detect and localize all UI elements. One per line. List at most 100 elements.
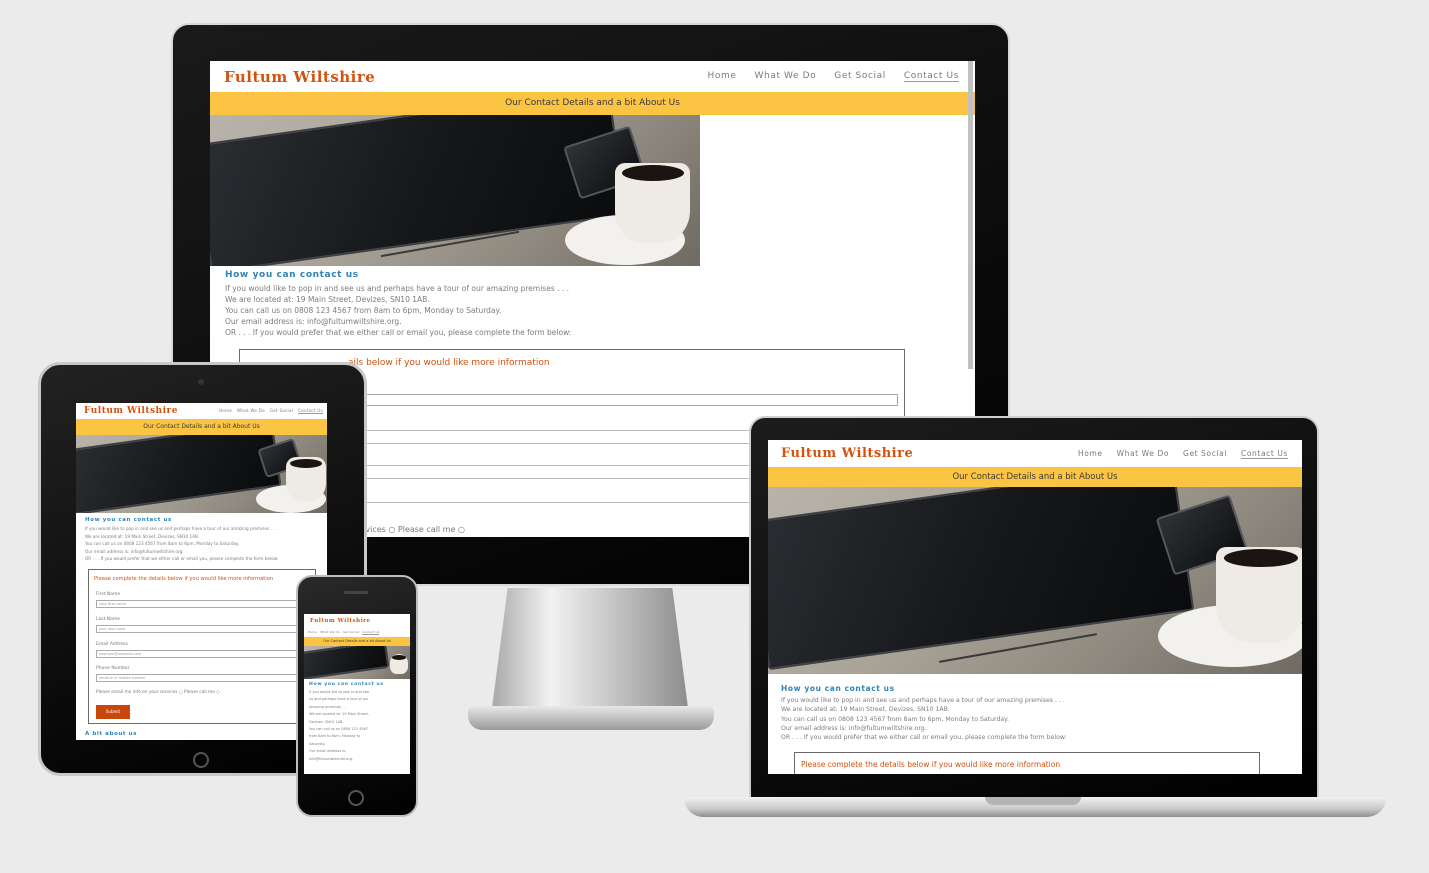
contact-line: We are located at: 19 Main Street, Deviz… [85,533,200,539]
contact-line: OR . . . If you would prefer that we eit… [225,328,572,337]
main-nav: Home What We Do Get Social Contact Us [304,627,410,637]
nav-get-social[interactable]: Get Social [343,630,359,634]
site-header: Fultum Wiltshire Home What We Do Get Soc… [210,61,975,92]
email-label: Email Address [96,642,128,647]
nav-contact-us[interactable]: Contact Us [298,408,323,414]
contact-line: OR . . . If you would prefer that we eit… [85,556,279,562]
contact-line: from 8am to 6pm, Monday to [309,734,361,739]
contact-text: If you would like to pop in and see us a… [309,689,410,763]
contact-line: We are located at: 19 Main Street, Deviz… [225,295,430,304]
contact-heading: How you can contact us [309,682,384,687]
phone-home-button [348,790,364,806]
phone-input[interactable]: landline or mobile number [96,674,308,682]
contact-line: If you would like to pop in and see us a… [781,697,1065,704]
nav-home[interactable]: Home [308,630,317,634]
nav-what-we-do[interactable]: What We Do [1117,449,1169,459]
nav-home[interactable]: Home [1078,449,1103,459]
contact-text: If you would like to pop in and see us a… [781,696,1302,742]
contact-line: If you would like to pop in and see us a… [225,284,570,293]
contact-line: You can call us on 0808 123 4567 from 8a… [85,541,240,547]
hero-image [304,646,410,679]
phone-screen: Fultum Wiltshire Home What We Do Get Soc… [304,614,410,774]
nav-get-social[interactable]: Get Social [270,408,293,414]
contact-line: You can call us on 0808 123 4567 from 8a… [781,715,1009,723]
monitor-stand-neck [492,588,688,708]
tablet-home-button [193,752,209,768]
nav-contact-us[interactable]: Contact Us [1241,449,1288,459]
page-banner: Our Contact Details and a bit About Us [76,419,327,435]
contact-heading: How you can contact us [85,517,172,523]
nav-home[interactable]: Home [219,408,232,414]
contact-preference[interactable]: Please email me info on your services ○ … [96,690,220,695]
contact-text: If you would like to pop in and see us a… [225,283,975,338]
hero-image [768,487,1302,674]
banner-text: Our Contact Details and a bit About Us [143,423,260,430]
nav-what-we-do[interactable]: What We Do [755,71,817,82]
form-title: ails below if you would like more inform… [348,358,550,368]
contact-line: us and perhaps have a tour of our [309,697,369,702]
page-banner: Our Contact Details and a bit About Us [768,467,1302,487]
nav-what-we-do[interactable]: What We Do [237,408,265,414]
submit-button[interactable]: Submit [96,705,130,719]
contact-form: Please complete the details below if you… [88,569,316,724]
phone-label: Phone Number [96,666,130,671]
page-banner: Our Contact Details and a bit About Us [304,637,410,646]
site-logo[interactable]: Fultum Wiltshire [781,446,913,461]
nav-home[interactable]: Home [708,71,737,82]
site-header: Fultum Wiltshire [304,614,410,627]
nav-get-social[interactable]: Get Social [1183,449,1227,459]
contact-heading: How you can contact us [781,684,895,693]
contact-line: Our email address is: info@fultumwiltshi… [225,317,402,326]
contact-line: You can call us on 0808 123 4567 [309,727,369,732]
site-header: Fultum Wiltshire Home What We Do Get Soc… [768,440,1302,467]
contact-line: Our email address is: info@fultumwiltshi… [85,548,184,554]
laptop-notch [985,797,1081,805]
contact-line: Our email address is: [309,749,347,754]
about-heading: A bit about us [85,731,138,737]
site-logo[interactable]: Fultum Wiltshire [84,406,178,416]
banner-text: Our Contact Details and a bit About Us [505,98,680,108]
main-nav: Home What We Do Get Social Contact Us [219,408,323,414]
phone-speaker [344,591,368,594]
contact-line: We are located at: 19 Main Street, [309,712,369,717]
site-logo[interactable]: Fultum Wiltshire [310,618,371,624]
nav-get-social[interactable]: Get Social [834,71,886,82]
site-logo[interactable]: Fultum Wiltshire [224,68,375,86]
tablet-screen: Fultum Wiltshire Home What We Do Get Soc… [76,403,327,740]
contact-line: Our email address is: info@fultumwiltshi… [781,724,927,732]
form-title: Please complete the details below if you… [801,760,1061,769]
form-title: Please complete the details below if you… [94,576,274,582]
first-name-input[interactable]: your first name [96,600,308,608]
hero-image [76,435,327,513]
contact-heading: How you can contact us [225,270,359,280]
contact-line: info@fultumwiltshire.org. [309,756,354,761]
contact-line: You can call us on 0808 123 4567 from 8a… [225,306,502,315]
contact-preference[interactable]: services ○ Please call me ○ [353,525,465,534]
last-name-label: Last Name [96,617,121,622]
nav-what-we-do[interactable]: What We Do [320,630,340,634]
contact-line: If you would like to pop in and see [309,690,370,694]
monitor-stand-base [468,706,714,730]
contact-line: OR . . . If you would prefer that we eit… [781,734,1067,742]
first-name-input[interactable] [348,394,898,406]
last-name-input[interactable]: your last name [96,625,308,633]
page-banner: Our Contact Details and a bit About Us [210,92,975,115]
hero-image [210,115,700,266]
main-nav: Home What We Do Get Social Contact Us [1078,449,1288,459]
scrollbar[interactable] [968,61,973,369]
contact-line: Saturday. [309,741,326,746]
site-header: Fultum Wiltshire Home What We Do Get Soc… [76,403,327,419]
nav-contact-us[interactable]: Contact Us [362,630,380,635]
banner-text: Our Contact Details and a bit About Us [323,639,391,643]
contact-text: If you would like to pop in and see us a… [85,525,327,563]
main-nav: Home What We Do Get Social Contact Us [708,71,959,82]
email-input[interactable]: example@example.com [96,650,308,658]
laptop-screen: Fultum Wiltshire Home What We Do Get Soc… [768,440,1302,774]
contact-line: If you would like to pop in and see us a… [85,526,278,531]
tablet-camera [198,379,204,385]
contact-line: amazing premises . . . [309,704,348,709]
banner-text: Our Contact Details and a bit About Us [952,472,1118,482]
nav-contact-us[interactable]: Contact Us [903,71,959,82]
first-name-label: First Name [96,592,121,597]
contact-form: Please complete the details below if you… [794,752,1260,774]
